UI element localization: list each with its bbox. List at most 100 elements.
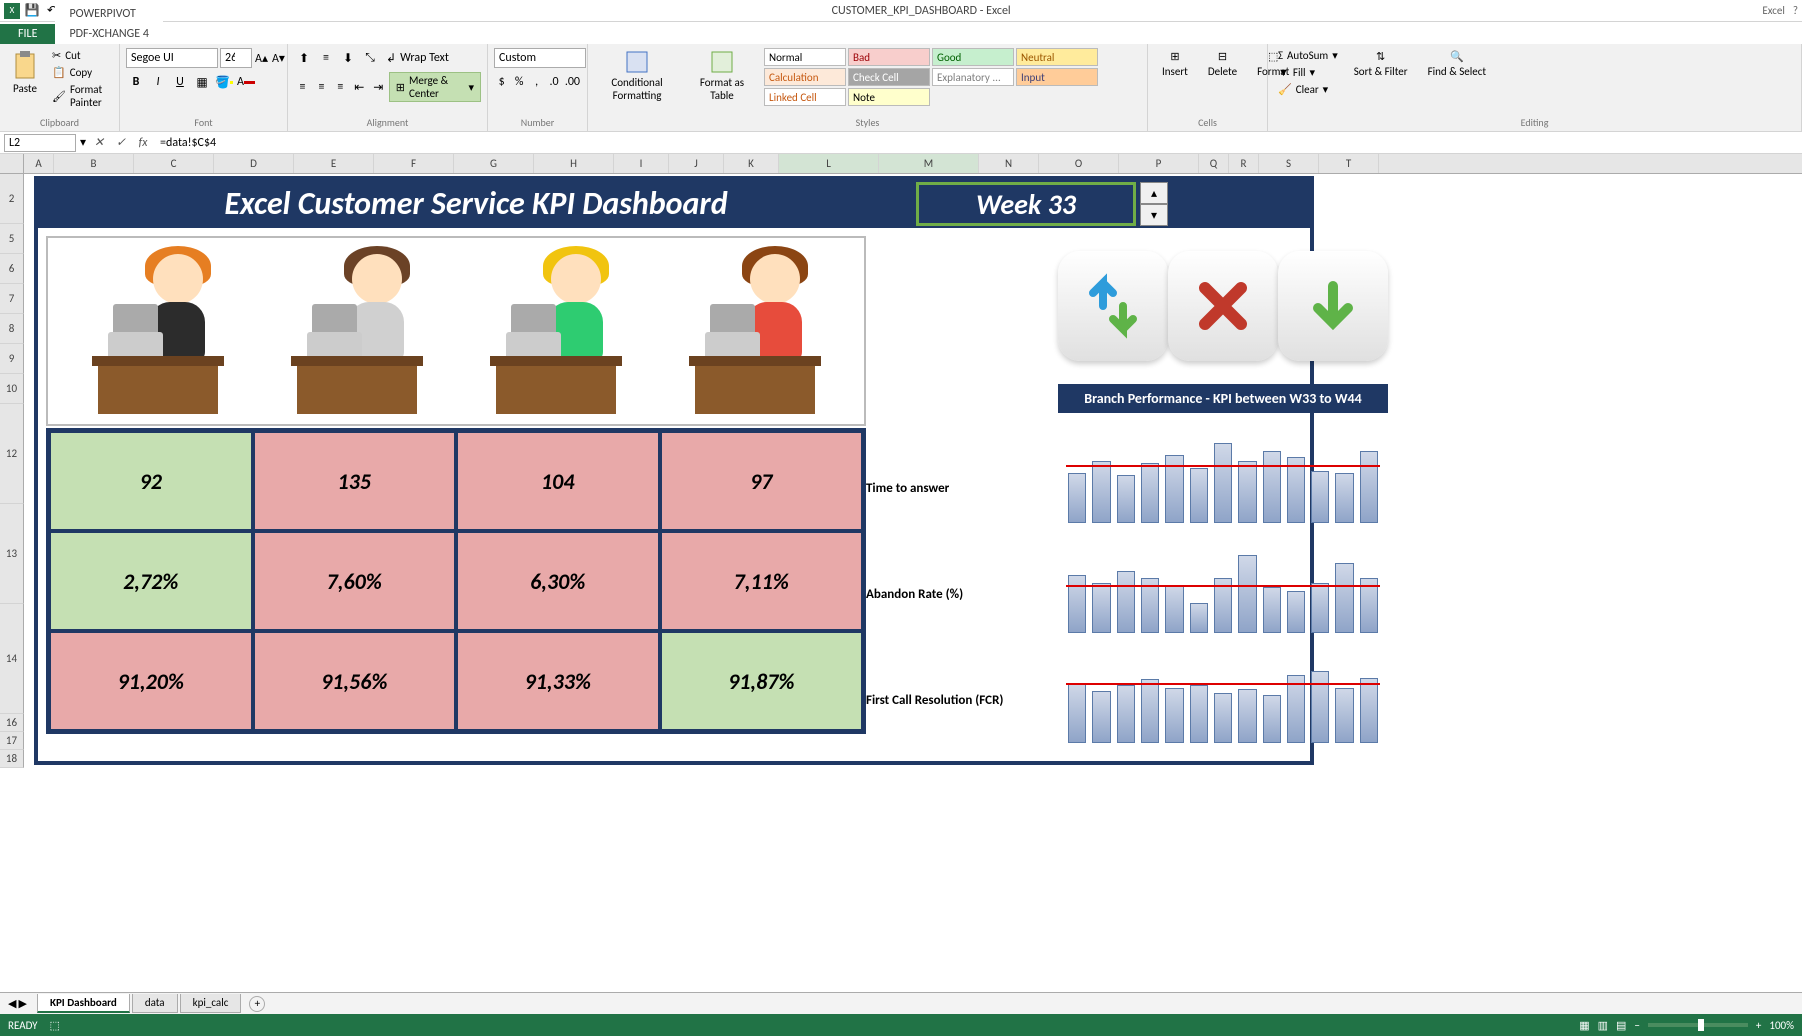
- column-header-H[interactable]: H: [534, 154, 614, 173]
- help-icon[interactable]: ?: [1793, 4, 1798, 17]
- style-check-cell[interactable]: Check Cell: [848, 68, 930, 86]
- row-header-6[interactable]: 6: [0, 254, 24, 284]
- row-header-16[interactable]: 16: [0, 714, 24, 732]
- decrease-font-icon[interactable]: A▾: [271, 48, 286, 68]
- column-header-C[interactable]: C: [134, 154, 214, 173]
- align-center-icon[interactable]: ≡: [313, 77, 330, 97]
- fill-button[interactable]: ▼ Fill ▾: [1274, 65, 1342, 80]
- increase-decimal-icon[interactable]: .0: [546, 72, 561, 92]
- column-header-M[interactable]: M: [879, 154, 979, 173]
- save-icon[interactable]: 💾: [24, 3, 40, 19]
- style-good[interactable]: Good: [932, 48, 1014, 66]
- insert-cells-button[interactable]: ⊞Insert: [1154, 48, 1196, 114]
- row-header-5[interactable]: 5: [0, 224, 24, 254]
- name-box[interactable]: L2: [4, 134, 76, 152]
- tab-pdf-xchange-4[interactable]: PDF-XChange 4: [55, 24, 162, 44]
- sheet-canvas[interactable]: Excel Customer Service KPI Dashboard Wee…: [24, 174, 1802, 992]
- style-bad[interactable]: Bad: [848, 48, 930, 66]
- sort-filter-button[interactable]: ⇅Sort & Filter: [1346, 48, 1416, 114]
- column-header-O[interactable]: O: [1039, 154, 1119, 173]
- column-header-L[interactable]: L: [779, 154, 879, 173]
- conditional-formatting-button[interactable]: Conditional Formatting: [594, 48, 680, 114]
- autosum-button[interactable]: Σ AutoSum ▾: [1274, 48, 1342, 63]
- column-header-I[interactable]: I: [614, 154, 669, 173]
- number-format-select[interactable]: [494, 48, 586, 68]
- style-explanatory-[interactable]: Explanatory ...: [932, 68, 1014, 86]
- row-header-17[interactable]: 17: [0, 732, 24, 750]
- align-left-icon[interactable]: ≡: [294, 77, 311, 97]
- increase-indent-icon[interactable]: ⇥: [370, 77, 387, 97]
- font-size-select[interactable]: [220, 48, 252, 68]
- add-sheet-button[interactable]: +: [249, 996, 265, 1012]
- sheet-tab-data[interactable]: data: [132, 994, 178, 1013]
- column-header-A[interactable]: A: [24, 154, 54, 173]
- zoom-in-icon[interactable]: +: [1756, 1019, 1761, 1032]
- zoom-out-icon[interactable]: −: [1634, 1019, 1639, 1032]
- style-calculation[interactable]: Calculation: [764, 68, 846, 86]
- clear-button[interactable]: 🧹 Clear ▾: [1274, 82, 1342, 97]
- macro-record-icon[interactable]: ⬚: [50, 1019, 60, 1032]
- paste-button[interactable]: Paste: [6, 48, 44, 114]
- sheet-tab-kpi_calc[interactable]: kpi_calc: [180, 994, 242, 1013]
- comma-icon[interactable]: ,: [529, 72, 544, 92]
- merge-center-button[interactable]: ⊞ Merge & Center ▾: [389, 72, 481, 102]
- spinner-down-icon[interactable]: ▾: [1140, 204, 1168, 226]
- style-linked-cell[interactable]: Linked Cell: [764, 88, 846, 106]
- row-header-2[interactable]: 2: [0, 174, 24, 224]
- column-header-Q[interactable]: Q: [1199, 154, 1229, 173]
- column-header-E[interactable]: E: [294, 154, 374, 173]
- cell-styles-gallery[interactable]: NormalBadGoodNeutral CalculationCheck Cel…: [764, 48, 1098, 114]
- column-header-B[interactable]: B: [54, 154, 134, 173]
- tab-powerpivot[interactable]: POWERPIVOT: [55, 4, 162, 24]
- view-layout-icon[interactable]: ▥: [1598, 1019, 1608, 1032]
- row-header-9[interactable]: 9: [0, 344, 24, 374]
- format-as-table-button[interactable]: Format as Table: [684, 48, 760, 114]
- updown-arrows-icon[interactable]: [1058, 251, 1168, 361]
- row-header-18[interactable]: 18: [0, 750, 24, 768]
- sheet-tab-kpi-dashboard[interactable]: KPI Dashboard: [37, 994, 130, 1013]
- font-color-button[interactable]: A: [236, 72, 256, 92]
- column-header-D[interactable]: D: [214, 154, 294, 173]
- align-right-icon[interactable]: ≡: [332, 77, 349, 97]
- spinner-up-icon[interactable]: ▴: [1140, 182, 1168, 204]
- row-header-10[interactable]: 10: [0, 374, 24, 404]
- column-header-K[interactable]: K: [724, 154, 779, 173]
- down-arrow-icon[interactable]: [1278, 251, 1388, 361]
- format-painter-button[interactable]: 🖌 Format Painter: [48, 82, 113, 110]
- style-neutral[interactable]: Neutral: [1016, 48, 1098, 66]
- cut-button[interactable]: ✂ Cut: [48, 48, 113, 63]
- row-header-14[interactable]: 14: [0, 604, 24, 714]
- italic-button[interactable]: I: [148, 72, 168, 92]
- zoom-slider[interactable]: [1648, 1023, 1748, 1027]
- column-header-G[interactable]: G: [454, 154, 534, 173]
- row-header-12[interactable]: 12: [0, 404, 24, 504]
- currency-icon[interactable]: $: [494, 72, 509, 92]
- align-top-icon[interactable]: ⬆: [294, 48, 314, 68]
- view-pagebreak-icon[interactable]: ▤: [1616, 1019, 1626, 1032]
- column-header-F[interactable]: F: [374, 154, 454, 173]
- fill-color-button[interactable]: 🪣: [214, 72, 234, 92]
- style-normal[interactable]: Normal: [764, 48, 846, 66]
- decrease-indent-icon[interactable]: ⇤: [351, 77, 368, 97]
- copy-button[interactable]: 📋 Copy: [48, 65, 113, 80]
- tab-file[interactable]: FILE: [0, 24, 55, 44]
- underline-button[interactable]: U: [170, 72, 190, 92]
- row-header-7[interactable]: 7: [0, 284, 24, 314]
- select-all-corner[interactable]: [0, 154, 24, 173]
- formula-input[interactable]: [156, 134, 1798, 152]
- fx-icon[interactable]: fx: [134, 136, 152, 150]
- zoom-level[interactable]: 100%: [1769, 1019, 1794, 1032]
- x-icon[interactable]: [1168, 251, 1278, 361]
- column-header-S[interactable]: S: [1259, 154, 1319, 173]
- increase-font-icon[interactable]: A▴: [254, 48, 269, 68]
- cancel-formula-icon[interactable]: ✕: [90, 135, 108, 150]
- namebox-dropdown-icon[interactable]: ▾: [80, 135, 86, 150]
- column-header-J[interactable]: J: [669, 154, 724, 173]
- font-name-select[interactable]: [126, 48, 218, 68]
- column-header-N[interactable]: N: [979, 154, 1039, 173]
- decrease-decimal-icon[interactable]: .00: [564, 72, 581, 92]
- delete-cells-button[interactable]: ⊟Delete: [1200, 48, 1245, 114]
- align-bottom-icon[interactable]: ⬇: [338, 48, 358, 68]
- column-header-P[interactable]: P: [1119, 154, 1199, 173]
- bold-button[interactable]: B: [126, 72, 146, 92]
